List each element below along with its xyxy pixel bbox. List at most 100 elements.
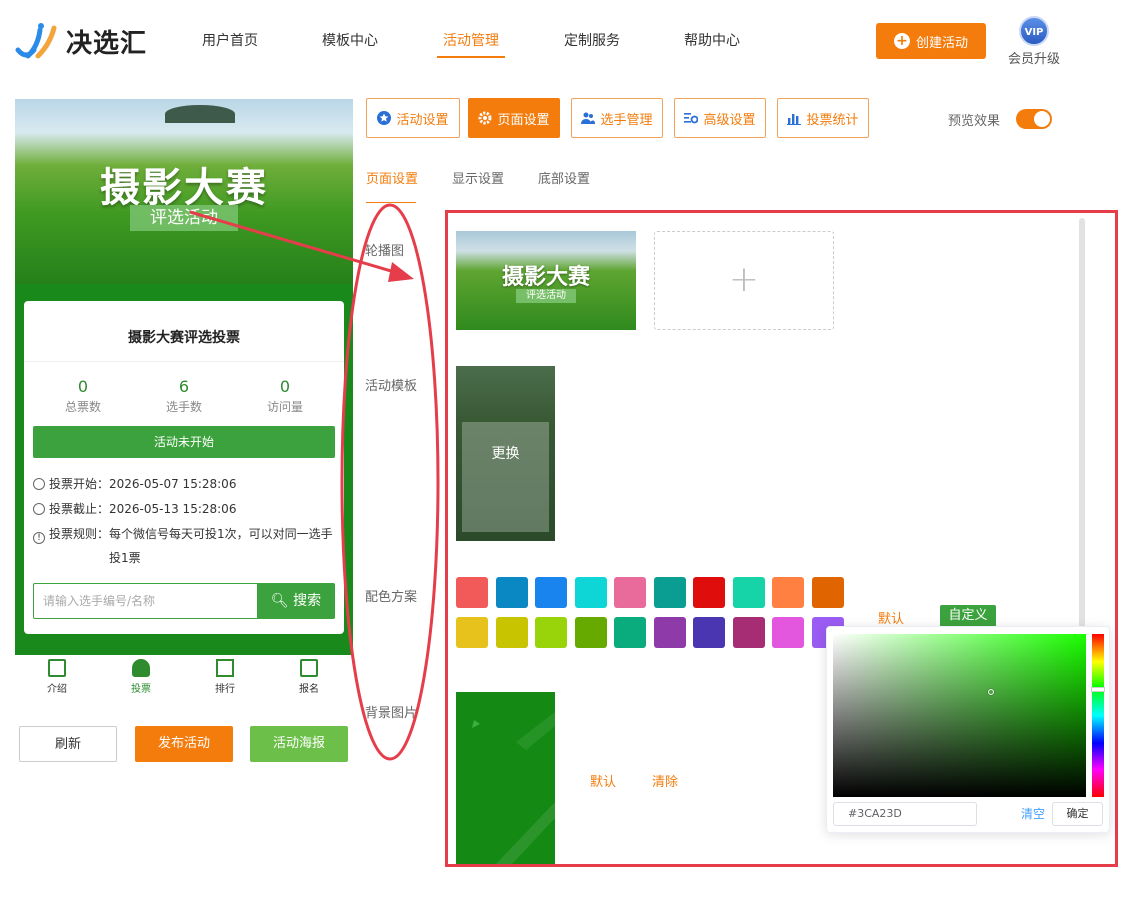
- change-template-label: 更换: [491, 446, 520, 462]
- picker-confirm-button[interactable]: 确定: [1052, 802, 1103, 826]
- color-custom-option[interactable]: 自定义: [940, 605, 996, 627]
- tab-vote[interactable]: 投票: [99, 659, 183, 695]
- section-label-carousel: 轮播图: [365, 244, 405, 259]
- template-thumbnail[interactable]: 更换: [456, 366, 555, 541]
- carousel-image-title: 摄影大赛: [501, 265, 590, 290]
- saturation-value-panel[interactable]: [833, 634, 1086, 797]
- advanced-settings-button[interactable]: 高级设置: [674, 98, 766, 138]
- refresh-button[interactable]: 刷新: [19, 726, 117, 762]
- color-swatch[interactable]: [811, 577, 844, 608]
- stat-contestants: 6 选手数: [134, 377, 234, 415]
- hex-color-input[interactable]: #3CA23D: [833, 802, 977, 826]
- toolbar-label: 投票统计: [806, 112, 859, 128]
- stat-value: 0: [279, 377, 291, 396]
- publish-button[interactable]: 发布活动: [135, 726, 233, 762]
- vote-start-text: 投票开始：2026-05-07 15:28:06: [49, 477, 237, 491]
- color-swatch[interactable]: [456, 617, 488, 648]
- nav-custom-service[interactable]: 定制服务: [564, 30, 620, 50]
- tab-signup[interactable]: 报名: [267, 659, 351, 695]
- contestant-search: 🔍︎ 搜索: [33, 583, 335, 619]
- vip-upgrade[interactable]: VIP 会员升级: [1006, 16, 1062, 67]
- vote-end-info: 投票截止：2026-05-13 15:28:06: [33, 497, 333, 521]
- contestant-search-input[interactable]: [34, 584, 256, 618]
- toolbar-label: 选手管理: [600, 112, 653, 128]
- color-swatch[interactable]: [693, 577, 725, 608]
- color-swatch[interactable]: [495, 617, 528, 648]
- search-button[interactable]: 🔍︎ 搜索: [257, 584, 335, 618]
- color-default-option[interactable]: 默认: [878, 608, 904, 627]
- hue-slider[interactable]: [1092, 634, 1104, 797]
- contestant-management-button[interactable]: 选手管理: [571, 98, 663, 138]
- subtab-page-settings[interactable]: 页面设置: [366, 168, 418, 187]
- vote-rule-info-cont: 投1票: [109, 551, 141, 565]
- subtab-underline: [366, 202, 416, 203]
- preview-tabbar: 介绍 投票 排行 报名: [15, 655, 353, 700]
- hue-slider-thumb[interactable]: [1091, 687, 1105, 692]
- subtab-footer-settings[interactable]: 底部设置: [538, 168, 590, 187]
- page-settings-button[interactable]: 页面设置: [468, 98, 560, 138]
- stat-visits: 0 访问量: [235, 377, 335, 415]
- nav-activity-management[interactable]: 活动管理: [443, 30, 499, 50]
- banner-subtitle: 评选活动: [130, 205, 238, 231]
- tab-label: 排行: [215, 684, 235, 695]
- background-image-thumbnail[interactable]: [456, 692, 555, 864]
- color-swatch[interactable]: [535, 617, 567, 648]
- add-carousel-image-button[interactable]: +: [654, 231, 834, 330]
- logo[interactable]: 决选汇: [14, 20, 164, 62]
- stat-label: 总票数: [64, 400, 101, 414]
- color-swatch[interactable]: [772, 617, 804, 648]
- toolbar-label: 页面设置: [497, 112, 550, 128]
- annotation-ellipse: [340, 203, 440, 761]
- preview-toggle[interactable]: [1016, 109, 1052, 129]
- color-swatch[interactable]: [732, 617, 765, 648]
- card-divider: [24, 361, 344, 362]
- sliders-icon: [684, 113, 699, 124]
- background-default-option[interactable]: 默认: [590, 771, 616, 790]
- background-clear-option[interactable]: 清除: [652, 771, 678, 790]
- color-swatch[interactable]: [456, 577, 488, 608]
- color-swatch[interactable]: [614, 617, 646, 648]
- vip-label: 会员升级: [1007, 52, 1060, 67]
- nav-home[interactable]: 用户首页: [202, 30, 258, 50]
- vote-statistics-button[interactable]: 投票统计: [777, 98, 869, 138]
- color-swatch[interactable]: [693, 617, 725, 648]
- carousel-image-subtitle: 评选活动: [516, 289, 576, 303]
- tab-label: 报名: [299, 684, 319, 695]
- color-picker-dropdown: #3CA23D 清空 确定: [826, 626, 1110, 833]
- preview-banner: 摄影大赛 评选活动: [15, 99, 353, 284]
- tab-intro[interactable]: 介绍: [15, 659, 99, 695]
- color-swatch[interactable]: [772, 577, 804, 608]
- user-icon: [132, 659, 150, 677]
- nav-templates[interactable]: 模板中心: [322, 30, 378, 50]
- section-label-color: 配色方案: [365, 590, 418, 605]
- color-cursor[interactable]: [988, 689, 994, 695]
- color-swatch[interactable]: [653, 617, 686, 648]
- mobile-preview: 摄影大赛 评选活动 摄影大赛评选投票 0 总票数 6 选手数 0 访问量 活动未…: [15, 99, 353, 655]
- info-icon: !: [33, 532, 45, 544]
- tab-label: 介绍: [47, 684, 67, 695]
- color-swatch[interactable]: [535, 577, 567, 608]
- color-swatch[interactable]: [653, 577, 686, 608]
- users-icon: [581, 112, 596, 124]
- poster-button[interactable]: 活动海报: [250, 726, 348, 762]
- color-swatch[interactable]: [495, 577, 528, 608]
- toolbar-label: 活动设置: [396, 112, 449, 128]
- preview-toggle-label: 预览效果: [948, 114, 1001, 129]
- activity-status-bar: 活动未开始: [33, 426, 335, 458]
- intro-icon: [48, 659, 66, 677]
- vote-start-info: 投票开始：2026-05-07 15:28:06: [33, 472, 333, 496]
- nav-help[interactable]: 帮助中心: [684, 30, 740, 50]
- picker-clear-button[interactable]: 清空: [1021, 805, 1045, 822]
- color-swatch[interactable]: [574, 577, 607, 608]
- tab-ranking[interactable]: 排行: [183, 659, 267, 695]
- subtab-display-settings[interactable]: 显示设置: [452, 168, 504, 187]
- search-icon: 🔍︎: [270, 593, 289, 609]
- create-activity-button[interactable]: + 创建活动: [876, 23, 986, 59]
- color-swatch[interactable]: [732, 577, 765, 608]
- bar-chart-icon: [787, 114, 802, 125]
- color-swatch[interactable]: [574, 617, 607, 648]
- panel-scrollbar[interactable]: [1079, 218, 1085, 638]
- carousel-image[interactable]: 摄影大赛 评选活动: [456, 231, 636, 330]
- activity-settings-button[interactable]: 活动设置: [366, 98, 460, 138]
- color-swatch[interactable]: [614, 577, 646, 608]
